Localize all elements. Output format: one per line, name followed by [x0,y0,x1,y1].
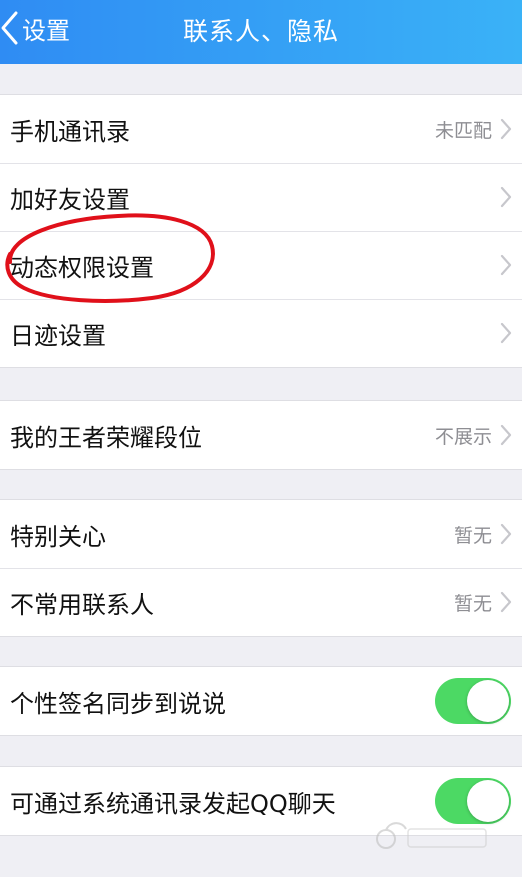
row-label: 手机通讯录 [10,117,130,146]
row-feed-permission-settings[interactable]: 动态权限设置 [0,231,522,299]
page-title: 联系人、隐私 [182,17,339,46]
system-contacts-chat-toggle[interactable] [435,778,511,824]
row-value: 不展示 [434,425,492,448]
row-add-friend-settings[interactable]: 加好友设置 [0,163,522,231]
chevron-right-icon [500,186,512,208]
row-label: 日迹设置 [10,321,106,350]
signature-sync-group: 个性签名同步到说说 [0,666,522,736]
chevron-right-icon [500,118,512,140]
row-value: 暂无 [453,592,492,615]
navigation-bar: 设置 联系人、隐私 [0,0,522,64]
toggle-knob [467,780,509,822]
row-label: 不常用联系人 [10,590,154,619]
row-label: 特别关心 [10,522,106,551]
system-contacts-chat-group: 可通过系统通讯录发起QQ聊天 [0,766,522,836]
special-contacts-group: 特别关心 暂无 不常用联系人 暂无 [0,499,522,637]
row-value: 未匹配 [434,119,492,142]
row-story-settings[interactable]: 日迹设置 [0,299,522,367]
toggle-knob [467,680,509,722]
row-infrequent-contacts[interactable]: 不常用联系人 暂无 [0,568,522,636]
chevron-right-icon [500,424,512,446]
contacts-settings-group: 手机通讯录 未匹配 加好友设置 动态权限设置 日迹设置 [0,94,522,368]
row-value: 暂无 [453,524,492,547]
signature-sync-toggle[interactable] [435,678,511,724]
row-sync-signature: 个性签名同步到说说 [0,667,522,735]
chevron-right-icon [500,322,512,344]
chevron-right-icon [500,523,512,545]
game-rank-group: 我的王者荣耀段位 不展示 [0,400,522,470]
row-label: 加好友设置 [10,185,130,214]
row-phone-contacts[interactable]: 手机通讯录 未匹配 [0,95,522,163]
row-label: 个性签名同步到说说 [10,689,226,718]
row-special-care[interactable]: 特别关心 暂无 [0,500,522,568]
chevron-right-icon [500,591,512,613]
row-honor-of-kings-rank[interactable]: 我的王者荣耀段位 不展示 [0,401,522,469]
row-label: 动态权限设置 [10,253,154,282]
row-system-contacts-qq-chat: 可通过系统通讯录发起QQ聊天 [0,767,522,835]
row-label: 我的王者荣耀段位 [10,423,202,452]
row-label: 可通过系统通讯录发起QQ聊天 [10,789,336,818]
chevron-right-icon [500,254,512,276]
